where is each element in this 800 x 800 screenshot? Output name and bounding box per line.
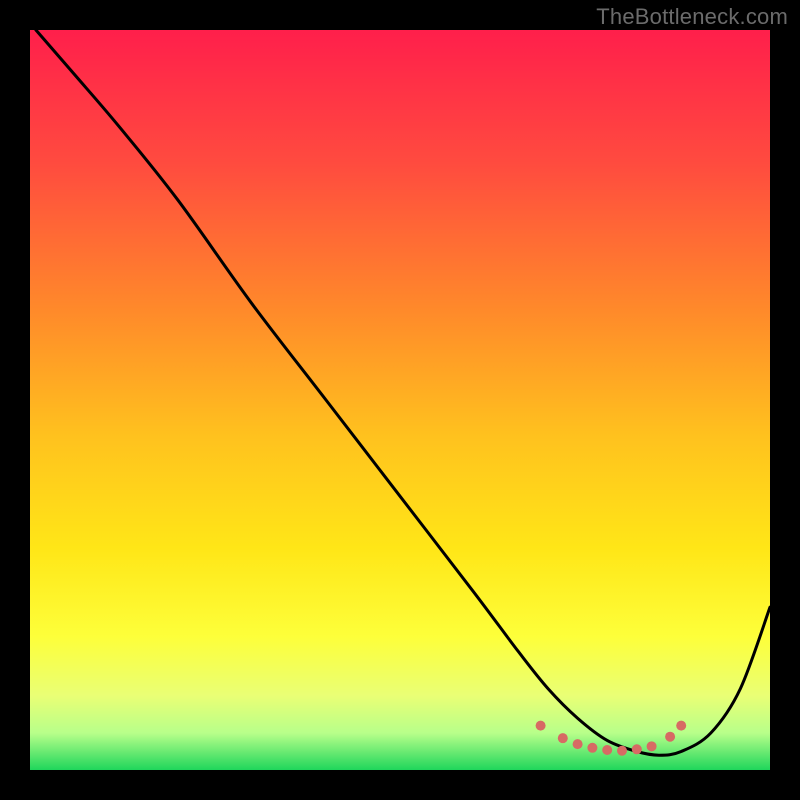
flat-marker-dot <box>602 745 612 755</box>
flat-marker-dot <box>617 746 627 756</box>
flat-marker-dot <box>558 733 568 743</box>
flat-marker-dot <box>647 741 657 751</box>
flat-marker-dot <box>665 732 675 742</box>
flat-marker-dot <box>587 743 597 753</box>
chart-svg <box>30 30 770 770</box>
chart-frame <box>30 30 770 770</box>
flat-marker-dot <box>632 744 642 754</box>
flat-marker-dot <box>573 739 583 749</box>
watermark-text: TheBottleneck.com <box>596 4 788 30</box>
gradient-background <box>30 30 770 770</box>
flat-marker-dot <box>536 721 546 731</box>
flat-marker-dot <box>676 721 686 731</box>
